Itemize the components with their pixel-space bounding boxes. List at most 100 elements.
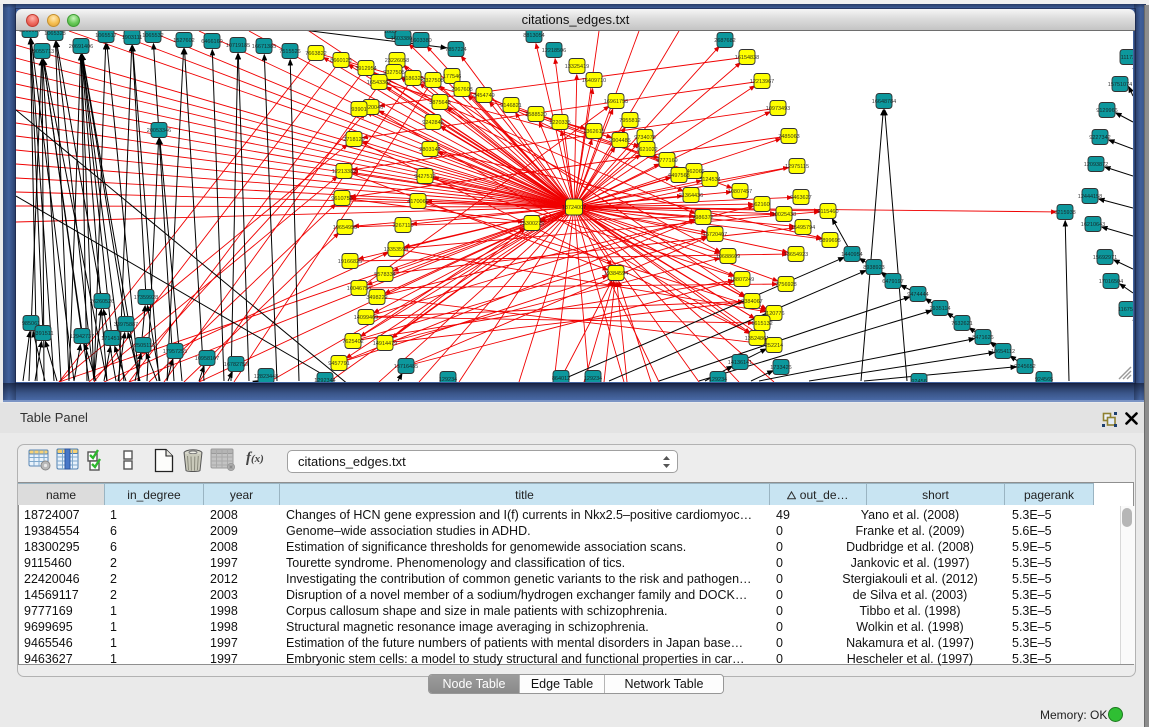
- svg-text:16210643: 16210643: [1081, 222, 1105, 228]
- svg-text:26260526: 26260526: [90, 299, 114, 305]
- svg-text:7955812: 7955812: [619, 118, 640, 124]
- svg-text:16961758: 16961758: [604, 99, 628, 105]
- svg-text:9904485: 9904485: [609, 138, 630, 144]
- svg-text:9777169: 9777169: [656, 158, 677, 164]
- svg-text:19055713: 19055713: [30, 49, 54, 55]
- svg-text:1065517: 1065517: [95, 33, 116, 39]
- svg-text:3875645: 3875645: [429, 100, 450, 106]
- svg-text:19654958: 19654958: [333, 225, 357, 231]
- svg-text:1362615: 1362615: [583, 129, 604, 135]
- svg-text:13716485: 13716485: [394, 364, 418, 370]
- svg-text:15495794: 15495794: [791, 225, 815, 231]
- svg-text:21364436: 21364436: [679, 193, 703, 199]
- svg-text:3498222: 3498222: [366, 295, 387, 301]
- svg-text:3124534: 3124534: [699, 177, 720, 183]
- svg-text:7625402: 7625402: [342, 339, 363, 345]
- svg-text:17957255: 17957255: [163, 349, 187, 355]
- svg-text:3912954: 3912954: [355, 66, 376, 72]
- svg-text:1292344: 1292344: [314, 378, 335, 382]
- svg-text:9384067: 9384067: [741, 299, 762, 305]
- svg-text:1527602: 1527602: [173, 38, 194, 44]
- svg-text:6479197: 6479197: [882, 279, 903, 285]
- svg-text:129234: 129234: [439, 377, 457, 382]
- svg-text:9115460: 9115460: [817, 209, 838, 215]
- svg-text:10719185: 10719185: [226, 43, 250, 49]
- svg-text:7986372: 7986372: [692, 215, 713, 221]
- svg-text:16782759: 16782759: [224, 362, 248, 368]
- svg-text:10025438: 10025438: [772, 212, 796, 218]
- svg-text:10973493: 10973493: [766, 106, 790, 112]
- svg-text:9242845: 9242845: [422, 120, 443, 126]
- svg-text:16671385: 16671385: [252, 44, 276, 50]
- svg-text:16154838: 16154838: [735, 55, 759, 61]
- svg-text:23226058: 23226058: [385, 58, 409, 64]
- svg-text:6899695: 6899695: [819, 238, 840, 244]
- svg-text:1391511: 1391511: [32, 331, 53, 337]
- svg-text:5578334: 5578334: [374, 272, 395, 278]
- svg-text:15751074: 15751074: [1108, 82, 1132, 88]
- svg-text:1440954: 1440954: [841, 252, 862, 258]
- svg-text:7663822: 7663822: [305, 51, 326, 57]
- svg-text:20053346: 20053346: [147, 128, 171, 134]
- svg-text:2935114: 2935114: [929, 306, 950, 312]
- svg-text:8186328: 8186328: [402, 76, 423, 82]
- svg-text:3267110: 3267110: [392, 223, 413, 229]
- svg-text:19384594: 19384594: [604, 271, 628, 277]
- svg-text:17359928: 17359928: [134, 295, 158, 301]
- svg-text:12823448: 12823448: [254, 374, 278, 380]
- svg-text:14099469: 14099469: [354, 315, 378, 321]
- svg-text:12942737: 12942737: [70, 334, 94, 340]
- svg-text:1903111: 1903111: [122, 35, 143, 41]
- svg-text:12213967: 12213967: [750, 79, 774, 85]
- svg-text:4170066: 4170066: [407, 199, 428, 205]
- svg-text:9427512: 9427512: [414, 174, 435, 180]
- svg-text:12213382: 12213382: [332, 169, 356, 175]
- svg-text:14136141: 14136141: [728, 360, 752, 366]
- svg-text:8813054: 8813054: [523, 33, 544, 39]
- svg-text:1733426: 1733426: [770, 365, 791, 371]
- svg-text:129234: 129234: [584, 376, 602, 382]
- svg-text:9457791: 9457791: [328, 361, 349, 367]
- svg-text:7485063: 7485063: [778, 134, 799, 140]
- svg-text:2718129: 2718129: [343, 137, 364, 143]
- svg-text:12218506: 12218506: [542, 48, 566, 54]
- svg-text:3215938: 3215938: [1054, 210, 1075, 216]
- svg-text:1615132: 1615132: [751, 321, 772, 327]
- svg-text:2687682: 2687682: [714, 38, 735, 44]
- svg-text:7515526: 7515526: [279, 49, 300, 55]
- svg-text:16409710: 16409710: [582, 78, 606, 84]
- svg-text:13325419: 13325419: [565, 64, 589, 70]
- svg-text:11173: 11173: [1121, 55, 1133, 61]
- svg-text:16648784: 16648784: [872, 99, 896, 105]
- svg-text:9734078: 9734078: [634, 135, 655, 141]
- svg-text:9474444: 9474444: [907, 292, 928, 298]
- svg-text:12505115: 12505115: [131, 343, 155, 349]
- svg-text:17016504: 17016504: [1099, 279, 1123, 285]
- svg-text:93901: 93901: [351, 107, 366, 113]
- svg-text:8471626: 8471626: [972, 335, 993, 341]
- svg-text:14914479: 14914479: [373, 341, 397, 347]
- svg-text:9146821: 9146821: [500, 103, 521, 109]
- svg-text:1220335: 1220335: [549, 120, 570, 126]
- svg-text:2967608: 2967608: [451, 87, 472, 93]
- svg-text:1065532: 1065532: [142, 33, 163, 39]
- svg-text:9227342: 9227342: [1089, 135, 1110, 141]
- svg-text:6497568: 6497568: [668, 173, 689, 179]
- svg-text:2803144: 2803144: [419, 147, 440, 153]
- svg-text:9610755: 9610755: [331, 196, 352, 202]
- svg-text:1588520: 1588520: [525, 112, 546, 118]
- svg-text:1065328: 1065328: [44, 31, 65, 37]
- svg-text:864012: 864012: [552, 376, 570, 382]
- svg-text:18807249: 18807249: [730, 277, 754, 283]
- svg-text:1621022: 1621022: [636, 147, 657, 153]
- svg-text:12975115: 12975115: [785, 164, 809, 170]
- svg-text:8938923: 8938923: [863, 265, 884, 271]
- svg-text:8813054: 8813054: [19, 31, 40, 34]
- svg-text:9327508: 9327508: [422, 78, 443, 84]
- svg-text:10807457: 10807457: [728, 189, 752, 195]
- svg-text:129234: 129234: [709, 377, 727, 382]
- svg-text:12093872: 12093872: [1084, 162, 1108, 168]
- svg-text:116753: 116753: [1118, 307, 1133, 313]
- svg-text:12444158: 12444158: [1078, 194, 1102, 200]
- svg-text:15692971: 15692971: [1093, 255, 1117, 261]
